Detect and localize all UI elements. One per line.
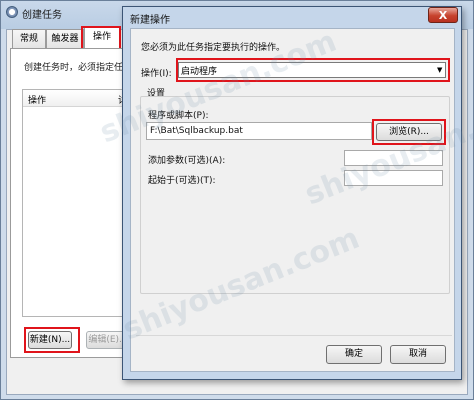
cancel-button[interactable]: 取消: [390, 345, 446, 364]
actions-tab-highlight: [81, 26, 121, 50]
dialog-title: 新建操作: [130, 15, 170, 26]
start-in-label: 起始于(可选)(T):: [148, 176, 216, 186]
new-button-highlight: [24, 327, 80, 353]
window-title: 创建任务: [22, 10, 62, 21]
action-label: 操作(I):: [141, 69, 172, 79]
ok-button[interactable]: 确定: [326, 345, 382, 364]
tab-triggers[interactable]: 触发器: [46, 29, 84, 49]
dialog-separator: [136, 335, 452, 336]
close-icon[interactable]: X: [428, 7, 458, 23]
task-scheduler-clock-icon: [6, 6, 18, 18]
column-action[interactable]: 操作: [28, 93, 46, 106]
actions-description: 创建任务时，必须指定任: [24, 63, 124, 73]
tab-general[interactable]: 常规: [12, 29, 46, 49]
args-label: 添加参数(可选)(A):: [148, 156, 226, 166]
